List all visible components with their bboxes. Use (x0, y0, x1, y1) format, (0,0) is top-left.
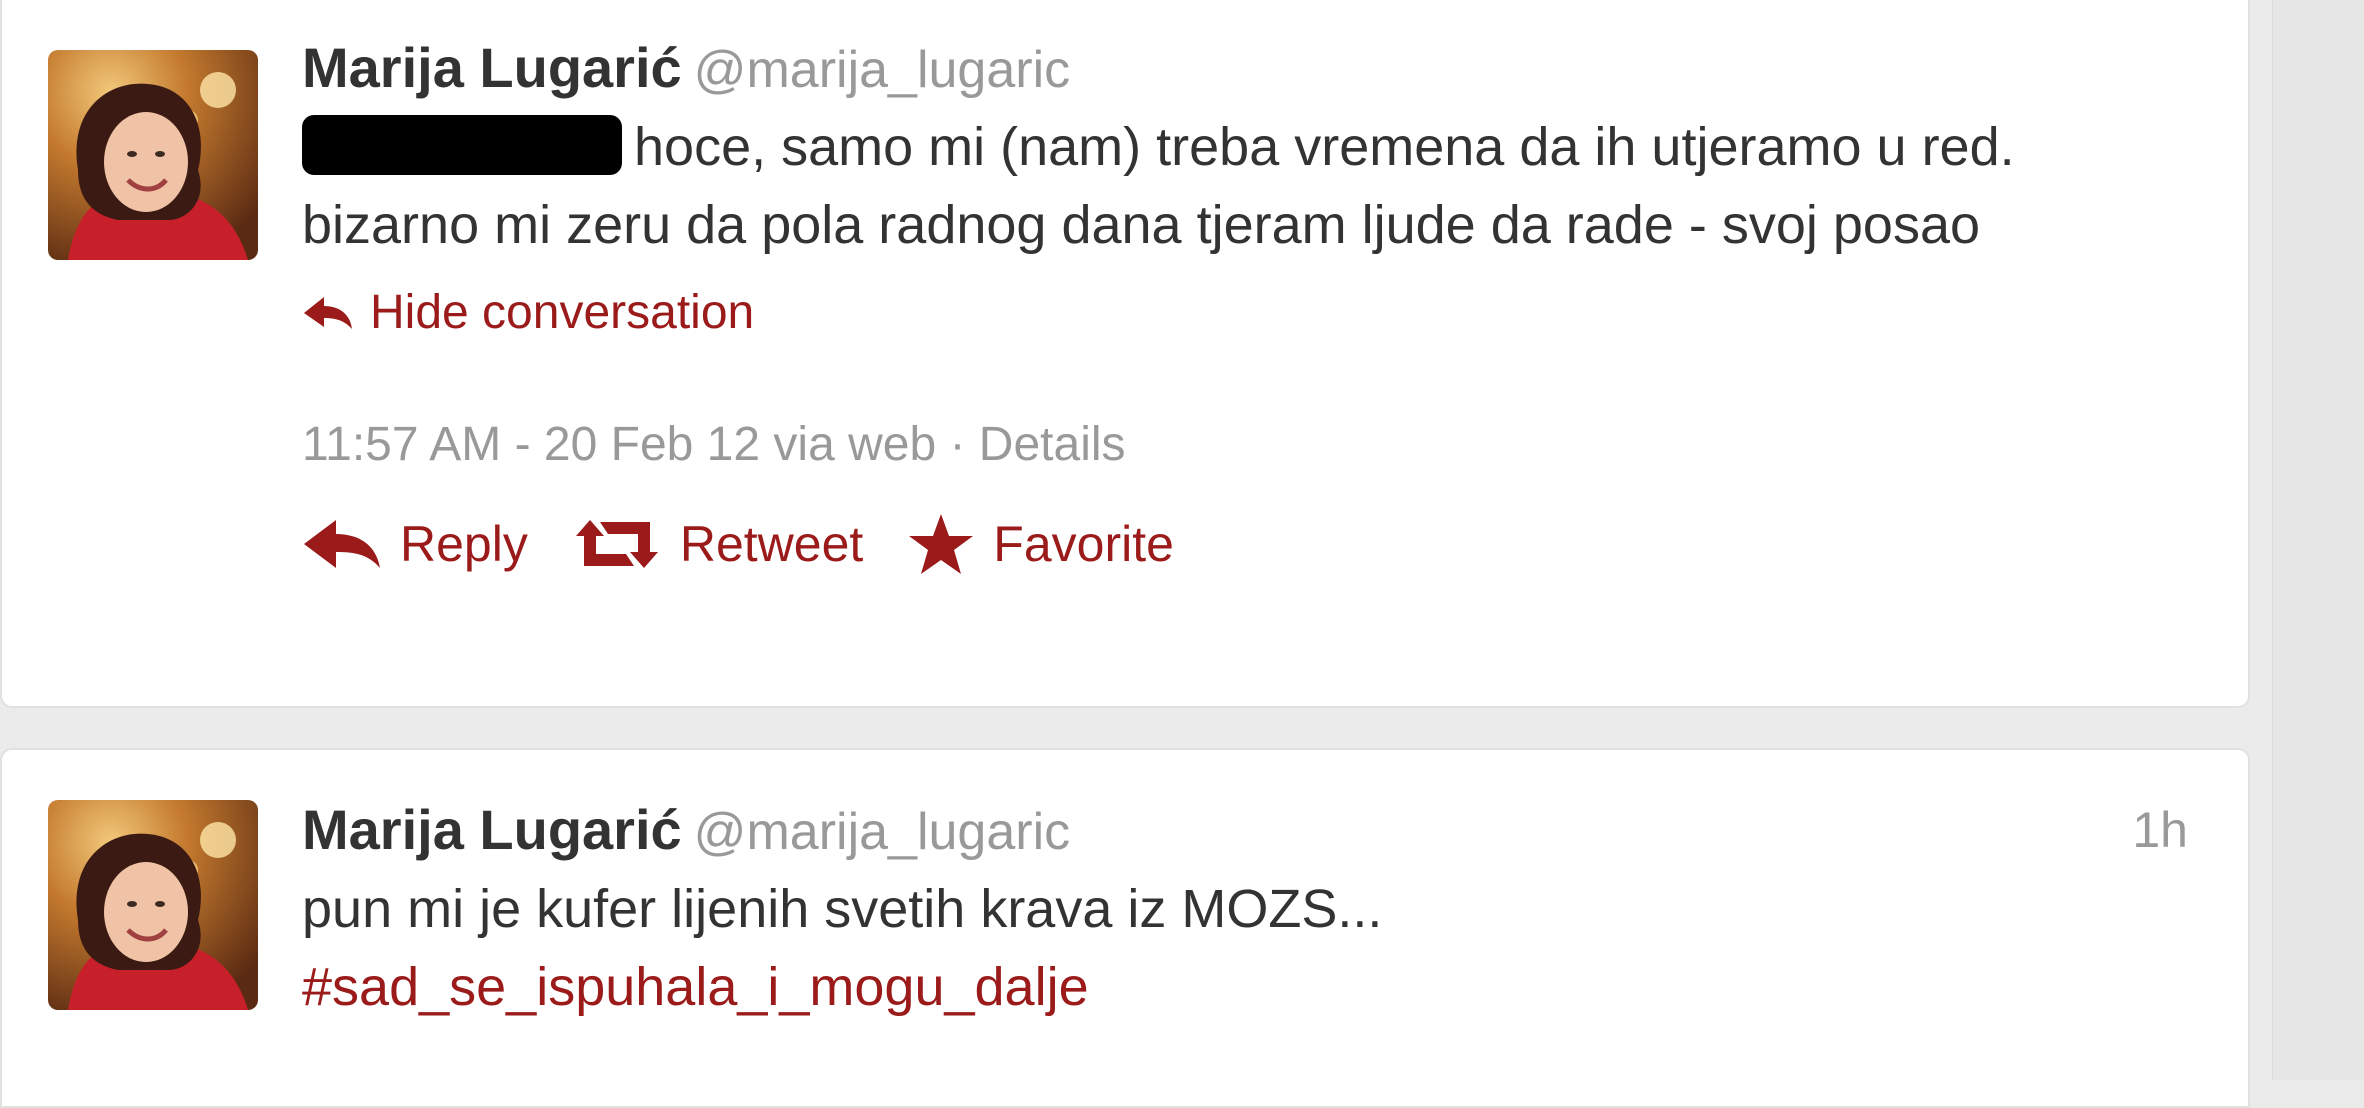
reply-arrow-icon (304, 297, 352, 329)
tweet-meta: 11:57 AM - 20 Feb 12 via web · Details (302, 418, 1126, 471)
tweet-actions: Reply Retweet Favorite (302, 504, 2188, 584)
redacted-mention (302, 115, 622, 175)
tweet-text: pun mi je kufer lijenih svetih krava iz … (302, 870, 2182, 1026)
author-fullname[interactable]: Marija Lugarić (302, 36, 682, 99)
tweet-header: Marija Lugarić @marija_lugaric (302, 28, 2188, 108)
star-icon (909, 514, 974, 574)
reply-label: Reply (400, 516, 528, 572)
timeline: Marija Lugarić @marija_lugaric hoce, samo… (0, 0, 2252, 1108)
reply-arrow-icon (304, 520, 380, 568)
tweet-content: Marija Lugarić @marija_lugaric hoce, samo… (302, 28, 2188, 584)
retweet-button[interactable]: Retweet (572, 504, 863, 584)
author-username[interactable]: @marija_lugaric (694, 41, 1070, 99)
tweet[interactable]: Marija Lugarić @marija_lugaric 1h pun mi … (0, 748, 2250, 1108)
author-username[interactable]: @marija_lugaric (694, 803, 1070, 861)
tweet-content: Marija Lugarić @marija_lugaric 1h pun mi … (302, 790, 2188, 1026)
hide-conversation-label: Hide conversation (370, 286, 755, 339)
avatar[interactable] (48, 50, 258, 260)
hashtag-link[interactable]: #sad_se_ispuhala_i_mogu_dalje (302, 957, 1089, 1017)
retweet-label: Retweet (679, 516, 864, 572)
scrollbar-track[interactable] (2272, 0, 2364, 1080)
retweet-icon (575, 520, 658, 568)
hide-conversation-link[interactable]: Hide conversation (302, 278, 2188, 348)
tweet-text-body: pun mi je kufer lijenih svetih krava iz … (302, 879, 1383, 939)
author-fullname[interactable]: Marija Lugarić (302, 798, 682, 861)
tweet-header: Marija Lugarić @marija_lugaric 1h (302, 790, 2188, 870)
tweet-text: hoce, samo mi (nam) treba vremena da ih … (302, 108, 2182, 264)
favorite-label: Favorite (993, 516, 1174, 572)
reply-button[interactable]: Reply (302, 504, 528, 584)
tweet-expanded[interactable]: Marija Lugarić @marija_lugaric hoce, samo… (0, 0, 2250, 708)
favorite-button[interactable]: Favorite (907, 504, 1174, 584)
tweet-timestamp[interactable]: 1h (2132, 790, 2188, 870)
avatar[interactable] (48, 800, 258, 1010)
